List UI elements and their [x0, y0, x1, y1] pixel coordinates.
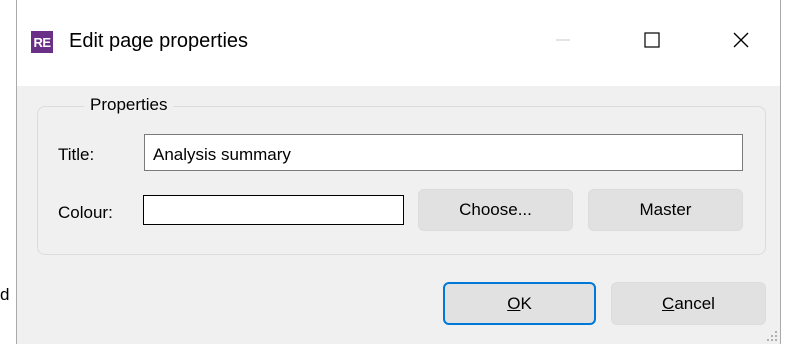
colour-swatch[interactable] — [143, 195, 404, 225]
ok-button[interactable]: OK — [443, 282, 596, 325]
window-title: Edit page properties — [69, 30, 249, 52]
cancel-button[interactable]: Cancel — [611, 282, 766, 325]
app-icon: RE — [31, 31, 53, 53]
properties-group-label: Properties — [84, 95, 174, 115]
ok-mnemonic: O — [507, 293, 521, 313]
cancel-label-rest: ancel — [674, 293, 715, 313]
background-text-fragment: d — [0, 285, 10, 304]
choose-button[interactable]: Choose... — [418, 189, 573, 231]
minimize-button[interactable] — [540, 22, 586, 58]
ok-label-rest: K — [520, 293, 532, 313]
close-icon — [733, 32, 749, 48]
maximize-button[interactable] — [629, 22, 675, 58]
title-input[interactable]: Analysis summary — [144, 134, 743, 171]
edit-page-properties-dialog: RE Edit page properties Properties Title… — [16, 0, 781, 344]
close-button[interactable] — [718, 22, 764, 58]
master-button[interactable]: Master — [588, 189, 743, 231]
title-bar: RE Edit page properties — [17, 0, 780, 86]
properties-group: Properties Title: Analysis summary Colou… — [37, 95, 766, 255]
resize-grip-icon[interactable] — [766, 330, 778, 342]
cancel-mnemonic: C — [662, 293, 675, 313]
maximize-icon — [644, 32, 660, 48]
minimize-icon — [556, 39, 570, 41]
dialog-content: Properties Title: Analysis summary Colou… — [17, 86, 780, 344]
colour-label: Colour: — [58, 203, 113, 222]
title-label: Title: — [58, 145, 95, 164]
